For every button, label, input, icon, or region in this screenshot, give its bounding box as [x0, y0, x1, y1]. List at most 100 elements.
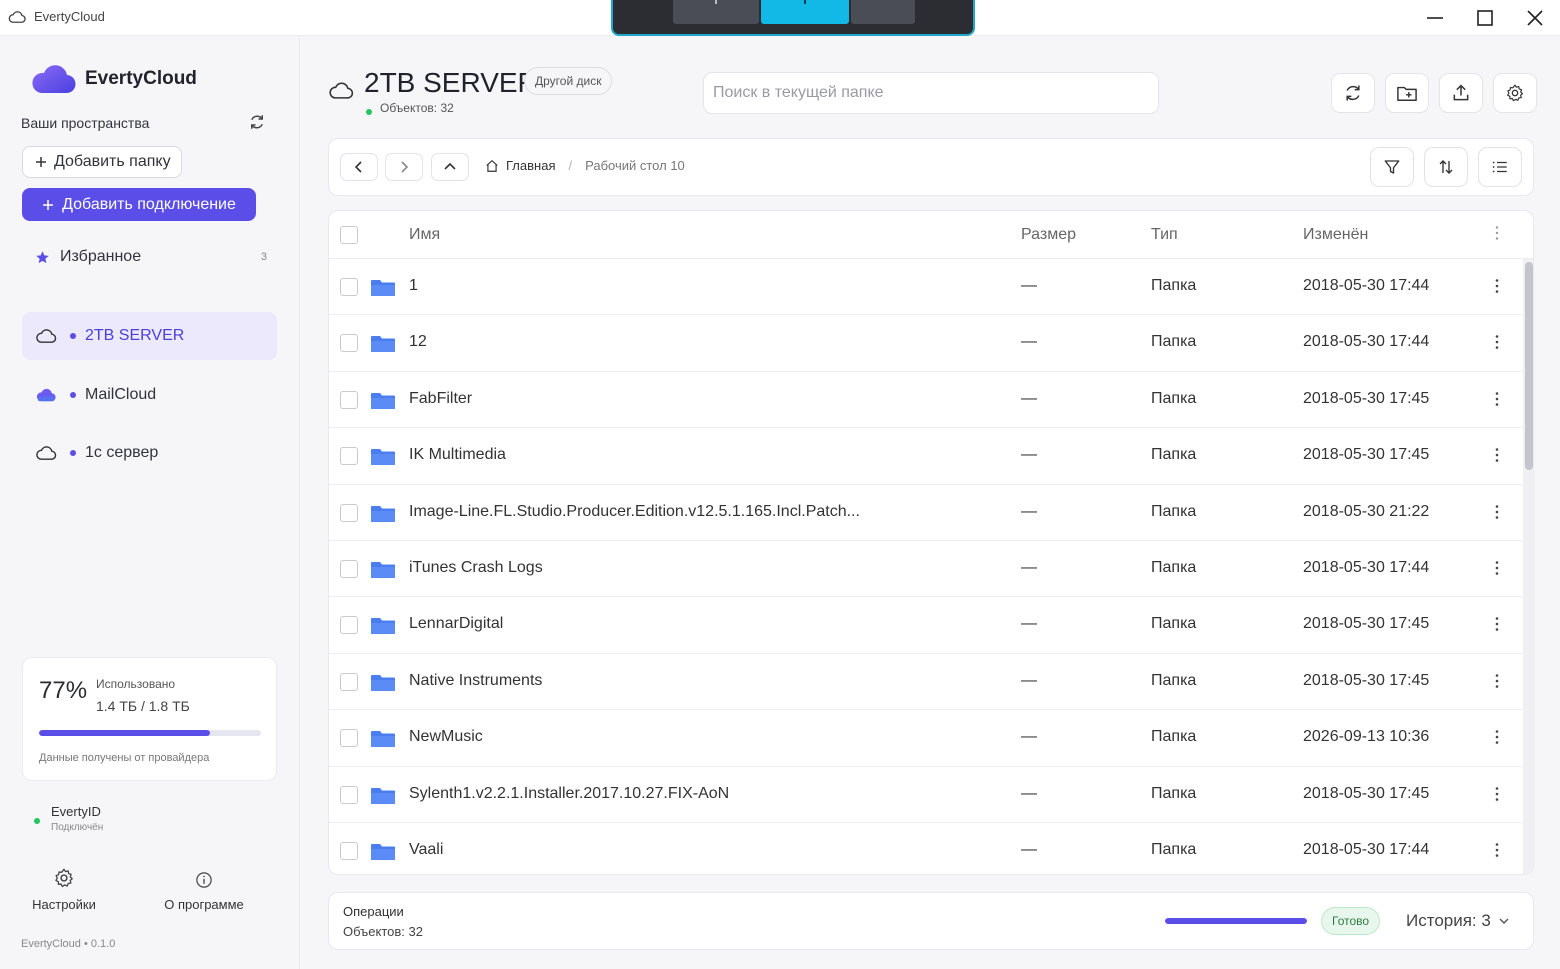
row-name[interactable]: IK Multimedia [409, 446, 506, 464]
row-menu-button[interactable] [1495, 786, 1499, 802]
row-menu-button[interactable] [1495, 278, 1499, 294]
floating-toolbar-segment[interactable] [673, 0, 759, 24]
table-row[interactable]: LennarDigital — Папка 2018-05-30 17:45 [329, 597, 1523, 654]
column-header-size[interactable]: Размер [1021, 226, 1076, 244]
column-header-modified[interactable]: Изменён [1303, 226, 1368, 244]
row-checkbox[interactable] [340, 616, 358, 635]
upload-button[interactable] [1439, 73, 1483, 113]
row-checkbox[interactable] [340, 390, 358, 409]
search-input[interactable] [713, 84, 1158, 102]
row-checkbox[interactable] [340, 785, 358, 804]
table-row[interactable]: iTunes Crash Logs — Папка 2018-05-30 17:44 [329, 541, 1523, 598]
scrollbar[interactable] [1523, 259, 1533, 874]
row-name[interactable]: Native Instruments [409, 672, 542, 690]
row-menu-button[interactable] [1495, 391, 1499, 407]
row-menu-button[interactable] [1495, 673, 1499, 689]
up-button[interactable] [431, 153, 469, 181]
table-row[interactable]: 12 — Папка 2018-05-30 17:44 [329, 315, 1523, 372]
row-name[interactable]: Vaali [409, 841, 443, 859]
status-dot [70, 392, 76, 398]
about-button[interactable]: О программе [158, 871, 250, 912]
table-row[interactable]: NewMusic — Папка 2026-09-13 10:36 [329, 710, 1523, 767]
floating-toolbar-segment[interactable] [851, 0, 915, 24]
row-modified: 2018-05-30 17:45 [1303, 446, 1430, 464]
row-menu-button[interactable] [1495, 842, 1499, 858]
add-folder-button[interactable]: Добавить папку [22, 146, 182, 178]
row-size: — [1021, 784, 1037, 802]
filter-icon [1384, 160, 1400, 174]
settings-button[interactable]: Настройки [28, 867, 100, 912]
row-name[interactable]: 12 [409, 333, 427, 351]
row-checkbox[interactable] [340, 503, 358, 522]
scrollbar-thumb[interactable] [1525, 262, 1533, 470]
select-all-checkbox[interactable] [340, 226, 358, 244]
row-name[interactable]: Sylenth1.v2.2.1.Installer.2017.10.27.FIX… [409, 785, 729, 803]
close-button[interactable] [1522, 6, 1548, 30]
cloud-outline-icon [328, 81, 354, 100]
refresh-button[interactable] [1331, 73, 1375, 113]
minimize-button[interactable] [1422, 6, 1448, 30]
table-row[interactable]: FabFilter — Папка 2018-05-30 17:45 [329, 372, 1523, 429]
row-menu-button[interactable] [1495, 616, 1499, 632]
table-header: Имя Размер Тип Изменён [329, 211, 1533, 259]
window-title-group: EvertyCloud [8, 9, 105, 24]
sort-button[interactable] [1424, 147, 1468, 187]
row-checkbox[interactable] [340, 334, 358, 353]
row-menu-button[interactable] [1495, 504, 1499, 520]
status-dot [70, 333, 76, 339]
row-menu-button[interactable] [1495, 334, 1499, 350]
maximize-button[interactable] [1472, 6, 1498, 30]
row-menu-button[interactable] [1495, 447, 1499, 463]
page-title: 2TB SERVER [364, 67, 538, 98]
column-header-type[interactable]: Тип [1151, 226, 1178, 244]
row-name[interactable]: NewMusic [409, 728, 483, 746]
filter-button[interactable] [1370, 147, 1414, 187]
folder-plus-icon [1397, 86, 1417, 102]
refresh-spaces-button[interactable] [248, 113, 266, 131]
row-checkbox[interactable] [340, 841, 358, 860]
back-button[interactable] [340, 153, 378, 181]
sidebar-item-mailcloud[interactable]: MailCloud [22, 371, 277, 419]
row-size: — [1021, 728, 1037, 746]
row-checkbox[interactable] [340, 447, 358, 466]
column-header-name[interactable]: Имя [409, 226, 440, 244]
row-modified: 2018-05-30 17:45 [1303, 784, 1430, 802]
sidebar-item-2tb-server[interactable]: 2TB SERVER [22, 312, 277, 360]
sidebar-item-favorites[interactable]: Избранное 3 [35, 245, 267, 269]
row-checkbox[interactable] [340, 559, 358, 578]
connection-settings-button[interactable] [1493, 73, 1537, 113]
table-row[interactable]: Sylenth1.v2.2.1.Installer.2017.10.27.FIX… [329, 767, 1523, 823]
sidebar-item-1c-server[interactable]: 1с сервер [22, 429, 277, 477]
row-size: — [1021, 558, 1037, 576]
view-mode-button[interactable] [1478, 147, 1522, 187]
table-row[interactable]: Image-Line.FL.Studio.Producer.Edition.v1… [329, 485, 1523, 541]
more-vertical-icon [1495, 786, 1499, 802]
add-connection-button[interactable]: Добавить подключение [22, 188, 256, 221]
row-name[interactable]: FabFilter [409, 390, 472, 408]
storage-percent: 77% [39, 677, 88, 704]
columns-menu-button[interactable] [1495, 225, 1499, 241]
new-folder-button[interactable] [1385, 73, 1429, 113]
floating-toolbar-segment-active[interactable] [761, 0, 849, 24]
operations-count: Объектов: 32 [343, 924, 423, 939]
more-vertical-icon [1495, 560, 1499, 576]
row-checkbox[interactable] [340, 729, 358, 748]
row-name[interactable]: LennarDigital [409, 615, 503, 633]
table-row[interactable]: Native Instruments — Папка 2018-05-30 17:45 [329, 654, 1523, 711]
history-button[interactable]: История: 3 [1406, 911, 1509, 931]
table-row[interactable]: Vaali — Папка 2018-05-30 17:44 [329, 823, 1523, 874]
table-row[interactable]: 1 — Папка 2018-05-30 17:44 [329, 259, 1523, 316]
settings-label: Настройки [32, 897, 96, 912]
row-menu-button[interactable] [1495, 729, 1499, 745]
row-name[interactable]: Image-Line.FL.Studio.Producer.Edition.v1… [409, 503, 860, 521]
row-menu-button[interactable] [1495, 560, 1499, 576]
row-checkbox[interactable] [340, 278, 358, 296]
search-field[interactable] [703, 72, 1159, 114]
table-row[interactable]: IK Multimedia — Папка 2018-05-30 17:45 [329, 428, 1523, 485]
row-checkbox[interactable] [340, 672, 358, 691]
breadcrumb-home[interactable]: Главная [485, 158, 555, 173]
row-name[interactable]: iTunes Crash Logs [409, 559, 543, 577]
row-name[interactable]: 1 [409, 277, 418, 295]
disk-type-badge: Другой диск [524, 67, 613, 95]
forward-button[interactable] [385, 153, 423, 181]
